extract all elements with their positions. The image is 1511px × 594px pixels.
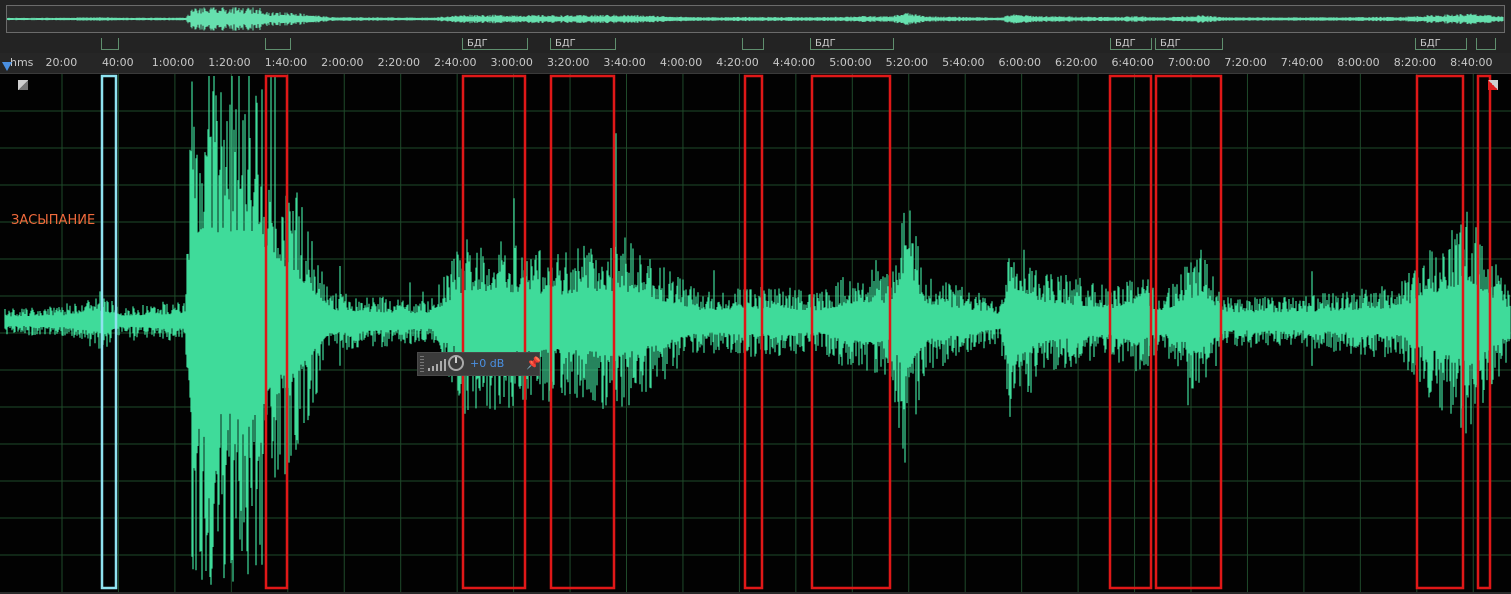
ruler-unit-label: hms — [10, 56, 34, 69]
ruler-tick-label: 2:40:00 — [434, 56, 477, 69]
gain-value: +0 dB — [470, 357, 505, 370]
marker-flag[interactable]: БДГ — [810, 38, 894, 50]
ruler-tick-label: 20:00 — [45, 56, 78, 69]
level-meter-icon — [428, 359, 446, 371]
gain-hud[interactable]: +0 dB 📌 — [417, 352, 541, 376]
ruler-tick-label: 2:20:00 — [377, 56, 420, 69]
ruler-tick-label: 40:00 — [101, 56, 134, 69]
ruler-tick-label: 5:00:00 — [829, 56, 872, 69]
ruler-tick-label: 8:00:00 — [1337, 56, 1380, 69]
marker-flag[interactable]: БДГ — [1415, 38, 1467, 50]
ruler-tick-label: 1:20:00 — [208, 56, 251, 69]
ruler-tick-label: 3:00:00 — [490, 56, 533, 69]
ruler-tick-label: 7:00:00 — [1167, 56, 1211, 69]
marker-flag[interactable] — [742, 38, 764, 50]
marker-label: БДГ — [1160, 38, 1181, 49]
marker-label: БДГ — [815, 38, 836, 49]
marker-bar[interactable]: БДГ БДГ БДГ БДГ БДГ БДГ — [0, 37, 1511, 53]
corner-handle-icon[interactable] — [1488, 80, 1498, 90]
ruler-tick-label: 8:20:00 — [1393, 56, 1437, 69]
ruler-tick-label: 1:40:00 — [264, 56, 308, 69]
waveform-trace — [4, 76, 1511, 585]
marker-flag[interactable]: БДГ — [1110, 38, 1152, 50]
waveform-canvas[interactable]: ЗАСЫПАНИЕ — [0, 74, 1511, 592]
marker-label: БДГ — [1115, 38, 1136, 49]
pin-icon[interactable]: 📌 — [526, 356, 541, 370]
marker-flag[interactable]: БДГ — [1155, 38, 1223, 50]
ruler-tick-label: 6:40:00 — [1111, 56, 1154, 69]
marker-label: БДГ — [467, 38, 488, 49]
playhead-icon[interactable] — [2, 62, 12, 71]
ruler-tick-label: 4:20:00 — [716, 56, 759, 69]
volume-knob-icon[interactable] — [448, 355, 464, 371]
ruler-tick-label: 5:20:00 — [885, 56, 929, 69]
waveform — [0, 74, 1511, 592]
marker-flag[interactable] — [101, 38, 119, 50]
time-ruler[interactable]: hms 20:00 40:00 1:00:00 1:20:00 1:40:00 2:00:… — [0, 53, 1511, 74]
overview-strip[interactable] — [0, 0, 1511, 37]
marker-flag[interactable] — [1476, 38, 1496, 50]
ruler-tick-label: 5:40:00 — [942, 56, 985, 69]
ruler-tick-label: 8:40:00 — [1450, 56, 1493, 69]
ruler-tick-label: 7:20:00 — [1224, 56, 1267, 69]
overview-waveform — [7, 7, 1504, 31]
overview-trace — [7, 7, 1504, 31]
sleep-onset-caption: ЗАСЫПАНИЕ — [11, 213, 96, 228]
ruler-tick-label: 6:20:00 — [1055, 56, 1098, 69]
marker-flag[interactable]: БДГ — [550, 38, 616, 50]
drag-grip-icon[interactable] — [420, 356, 424, 372]
ruler-tick-label: 2:00:00 — [321, 56, 364, 69]
ruler-tick-label: 6:00:00 — [998, 56, 1041, 69]
ruler-tick-label: 7:40:00 — [1280, 56, 1324, 69]
ruler-tick-label: 4:40:00 — [772, 56, 816, 69]
corner-handle-icon[interactable] — [18, 80, 28, 90]
marker-label: БДГ — [1420, 38, 1441, 49]
marker-flag[interactable]: БДГ — [462, 38, 528, 50]
ruler-tick-label: 4:00:00 — [659, 56, 703, 69]
ruler-tick-label: 3:20:00 — [546, 56, 590, 69]
marker-flag[interactable] — [265, 38, 291, 50]
overview-frame[interactable] — [6, 5, 1505, 33]
marker-label: БДГ — [555, 38, 576, 49]
ruler-tick-label: 3:40:00 — [603, 56, 646, 69]
ruler-tick-label: 1:00:00 — [151, 56, 195, 69]
